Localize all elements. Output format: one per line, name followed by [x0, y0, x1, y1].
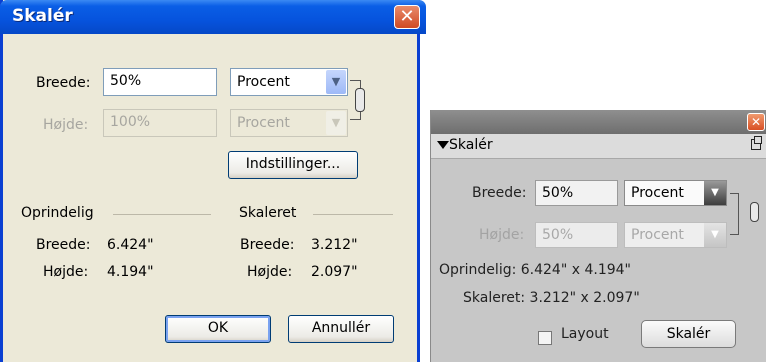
- panel-height-unit-value: Procent: [631, 227, 684, 243]
- chevron-down-icon: ▼: [704, 223, 726, 247]
- height-input[interactable]: 100%: [103, 109, 217, 137]
- panel-width-unit-select[interactable]: Procent ▼: [624, 180, 727, 206]
- width-unit-select[interactable]: Procent ▼: [230, 68, 348, 96]
- ok-button[interactable]: OK: [165, 315, 271, 343]
- chain-link-icon[interactable]: [750, 202, 759, 222]
- width-input[interactable]: 50%: [103, 68, 217, 96]
- chain-link-icon[interactable]: [355, 88, 365, 112]
- chevron-down-icon: ▼: [704, 181, 726, 205]
- panel-width-input[interactable]: 50%: [535, 180, 618, 206]
- scale-dialog: Skalér ✕ Breede: 50% Procent ▼ Højde: 10…: [0, 0, 426, 362]
- panel-topbar[interactable]: ✕: [431, 110, 766, 134]
- width-label: Breede:: [36, 75, 91, 91]
- panel-height-label: Højde:: [479, 227, 525, 243]
- scale-panel: ✕ Skalér Breede: 50% Procent ▼ Højde: 50…: [430, 110, 766, 362]
- height-unit-select[interactable]: Procent ▼: [230, 109, 348, 137]
- dialog-titlebar[interactable]: Skalér ✕: [0, 0, 426, 34]
- layout-checkbox[interactable]: [538, 331, 552, 345]
- height-label: Højde:: [43, 117, 89, 133]
- panel-scaled-text: Skaleret: 3.212" x 2.097": [463, 290, 640, 306]
- panel-width-unit-value: Procent: [631, 185, 684, 201]
- close-icon[interactable]: ✕: [394, 5, 420, 29]
- scaled-header: Skaleret: [239, 205, 297, 221]
- scaled-divider: [313, 214, 393, 215]
- scale-button[interactable]: Skalér: [641, 320, 736, 348]
- panel-height-input[interactable]: 50%: [535, 222, 618, 248]
- original-header: Oprindelig: [21, 205, 94, 221]
- dialog-title: Skalér: [12, 6, 73, 26]
- scaled-height-label: Højde:: [247, 264, 293, 280]
- panel-link-bracket: [730, 193, 739, 235]
- chevron-down-icon: ▼: [326, 70, 346, 94]
- panel-original-text: Oprindelig: 6.424" x 4.194": [439, 262, 631, 278]
- panel-width-label: Breede:: [472, 185, 527, 201]
- orig-width-value: 6.424": [107, 237, 154, 253]
- scaled-width-value: 3.212": [311, 237, 358, 253]
- original-divider: [113, 214, 211, 215]
- panel-header[interactable]: Skalér: [431, 134, 766, 159]
- scaled-width-label: Breede:: [240, 237, 295, 253]
- panel-title: Skalér: [449, 137, 493, 153]
- orig-height-value: 4.194": [107, 264, 154, 280]
- layout-label: Layout: [561, 326, 609, 342]
- triangle-down-icon[interactable]: [437, 141, 449, 149]
- scaled-height-value: 2.097": [311, 264, 358, 280]
- panel-height-unit-select[interactable]: Procent ▼: [624, 222, 727, 248]
- height-unit-value: Procent: [237, 115, 290, 131]
- width-unit-value: Procent: [237, 74, 290, 90]
- undock-icon[interactable]: [751, 136, 762, 150]
- settings-button[interactable]: Indstillinger...: [228, 151, 358, 179]
- chevron-down-icon: ▼: [326, 111, 346, 135]
- cancel-button[interactable]: Annullér: [288, 315, 394, 343]
- orig-width-label: Breede:: [36, 237, 91, 253]
- orig-height-label: Højde:: [43, 264, 89, 280]
- close-icon[interactable]: ✕: [747, 113, 765, 131]
